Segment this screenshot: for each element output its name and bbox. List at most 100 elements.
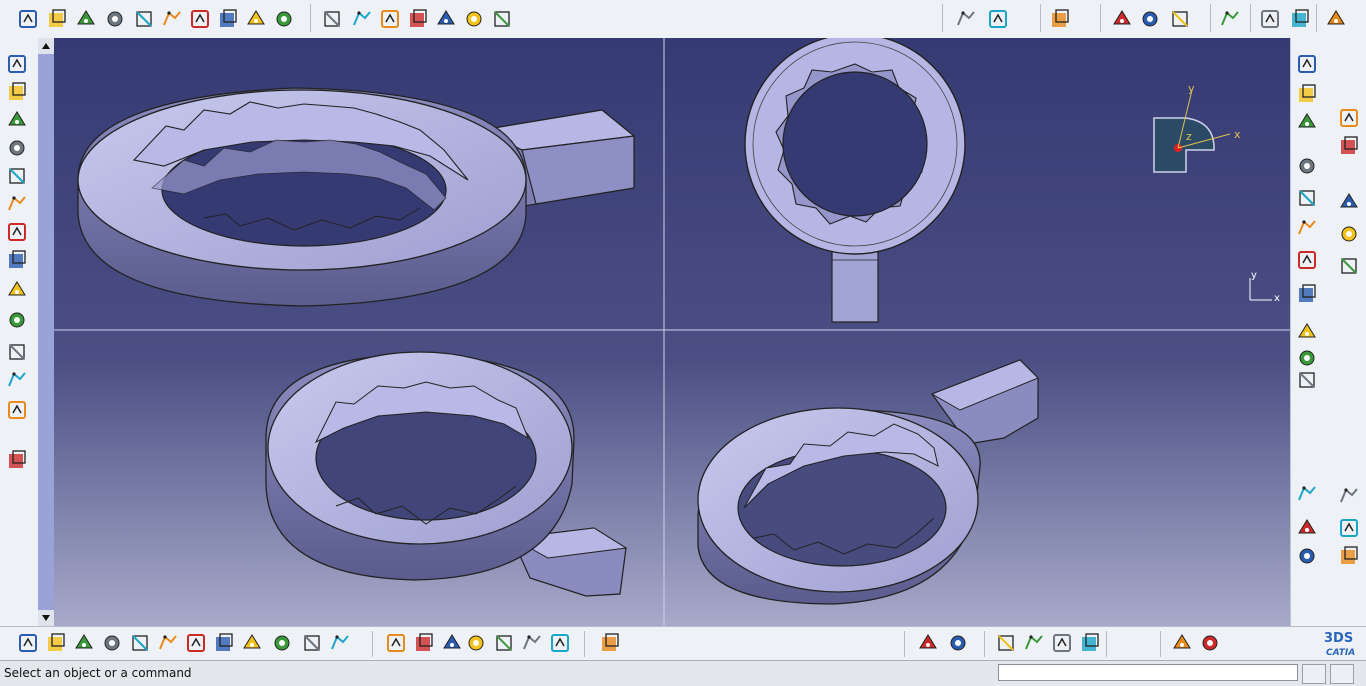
formula-icon[interactable] xyxy=(384,631,408,655)
paste-icon[interactable] xyxy=(5,220,29,244)
open-icon[interactable] xyxy=(5,80,29,104)
scale-icon[interactable] xyxy=(1110,7,1134,31)
toolbar-separator xyxy=(984,631,985,657)
iso-view-icon[interactable] xyxy=(240,631,264,655)
toolbar-separator xyxy=(372,631,373,657)
copy-icon[interactable] xyxy=(5,192,29,216)
thickness-icon[interactable] xyxy=(462,7,486,31)
rib-icon[interactable] xyxy=(216,7,240,31)
pad-icon[interactable] xyxy=(74,7,98,31)
pcs-icon[interactable] xyxy=(1337,106,1361,130)
shading-icon[interactable] xyxy=(1337,544,1361,568)
dress-up-icon[interactable] xyxy=(1295,320,1319,344)
whats-this-icon[interactable] xyxy=(5,308,29,332)
new-icon[interactable] xyxy=(5,52,29,76)
insert-body-icon[interactable] xyxy=(1295,186,1319,210)
zoom-in-icon[interactable] xyxy=(128,631,152,655)
command-input[interactable] xyxy=(998,664,1298,681)
boolean-icon[interactable] xyxy=(1295,154,1319,178)
part-body-icon[interactable] xyxy=(1295,52,1319,76)
shell-icon[interactable] xyxy=(434,7,458,31)
capture-icon[interactable] xyxy=(5,448,29,472)
tools-icon[interactable] xyxy=(1295,482,1319,506)
table-icon[interactable] xyxy=(464,631,488,655)
scroll-down-button[interactable] xyxy=(38,610,54,626)
text-icon[interactable] xyxy=(1337,190,1361,214)
removed-multi-section-icon[interactable] xyxy=(350,7,374,31)
hide-show-icon[interactable] xyxy=(1295,544,1319,568)
groove-icon[interactable] xyxy=(160,7,184,31)
multi-view-icon[interactable] xyxy=(212,631,236,655)
zoom-out-icon[interactable] xyxy=(156,631,180,655)
print-icon[interactable] xyxy=(5,136,29,160)
scroll-up-button[interactable] xyxy=(38,38,54,54)
parameters-icon[interactable] xyxy=(492,631,516,655)
constraint-icon[interactable] xyxy=(1288,7,1312,31)
sketcher-icon[interactable] xyxy=(1295,82,1319,106)
multi-section-solid-icon[interactable] xyxy=(320,7,344,31)
hole-icon[interactable] xyxy=(188,7,212,31)
catalog-icon[interactable] xyxy=(598,631,622,655)
mirror-icon[interactable] xyxy=(1295,248,1319,272)
normal-view-icon[interactable] xyxy=(184,631,208,655)
axis-system-icon[interactable] xyxy=(1258,7,1282,31)
analysis-icon[interactable] xyxy=(1295,368,1319,392)
draft-icon[interactable] xyxy=(378,7,402,31)
update-icon[interactable] xyxy=(1198,631,1222,655)
chamfer-icon[interactable] xyxy=(406,7,430,31)
cut-icon[interactable] xyxy=(5,164,29,188)
select-icon[interactable] xyxy=(1337,134,1361,158)
translate-icon[interactable] xyxy=(954,7,978,31)
point-icon[interactable] xyxy=(1138,7,1162,31)
shading-icon[interactable] xyxy=(270,631,294,655)
stiffener-icon[interactable] xyxy=(272,7,296,31)
redo-icon[interactable] xyxy=(5,278,29,302)
knowledge-icon[interactable] xyxy=(440,631,464,655)
apply-material-icon[interactable] xyxy=(5,398,29,422)
render-icon[interactable] xyxy=(1022,631,1046,655)
apply-icon[interactable] xyxy=(1170,631,1194,655)
tree-icon[interactable] xyxy=(946,631,970,655)
render-icon[interactable] xyxy=(1337,516,1361,540)
sketch-analysis-icon[interactable] xyxy=(1078,631,1102,655)
lock-icon[interactable] xyxy=(520,631,544,655)
material-icon[interactable] xyxy=(1050,631,1074,655)
fly-mode-icon[interactable] xyxy=(16,631,40,655)
fit-all-icon[interactable] xyxy=(44,631,68,655)
rotate-icon[interactable] xyxy=(100,631,124,655)
pocket-icon[interactable] xyxy=(103,7,127,31)
slot-icon[interactable] xyxy=(244,7,268,31)
status-button-2[interactable] xyxy=(1330,664,1354,684)
material-icon[interactable] xyxy=(1337,484,1361,508)
sketch-icon[interactable] xyxy=(16,7,40,31)
undo-icon[interactable] xyxy=(5,248,29,272)
measure-icon[interactable] xyxy=(5,340,29,364)
save-icon[interactable] xyxy=(5,108,29,132)
comment-icon[interactable] xyxy=(412,631,436,655)
line-icon[interactable] xyxy=(1168,7,1192,31)
publication-icon[interactable] xyxy=(1295,110,1319,134)
pan-icon[interactable] xyxy=(72,631,96,655)
vertical-scrollbar[interactable] xyxy=(38,38,54,626)
measure-inertia-icon[interactable] xyxy=(5,368,29,392)
join-icon[interactable] xyxy=(1295,282,1319,306)
analysis-icon[interactable] xyxy=(994,631,1018,655)
plane-icon[interactable] xyxy=(1218,7,1242,31)
thread-icon[interactable] xyxy=(490,7,514,31)
positioned-sketch-icon[interactable] xyxy=(45,7,69,31)
pattern-icon[interactable] xyxy=(1048,7,1072,31)
transform-icon[interactable] xyxy=(1295,216,1319,240)
view-mode-icon[interactable] xyxy=(1295,516,1319,540)
swap-visible-icon[interactable] xyxy=(328,631,352,655)
grid-icon[interactable] xyxy=(1324,7,1348,31)
hide-show-icon[interactable] xyxy=(300,631,324,655)
check-icon[interactable] xyxy=(548,631,572,655)
status-button-1[interactable] xyxy=(1302,664,1326,684)
surface-icon[interactable] xyxy=(1295,346,1319,370)
flag-note-icon[interactable] xyxy=(1337,222,1361,246)
shaft-icon[interactable] xyxy=(132,7,156,31)
3d-viewport[interactable]: y z x y x xyxy=(54,38,1290,626)
annotation-icon[interactable] xyxy=(1337,254,1361,278)
macro-icon[interactable] xyxy=(916,631,940,655)
mirror-icon[interactable] xyxy=(986,7,1010,31)
